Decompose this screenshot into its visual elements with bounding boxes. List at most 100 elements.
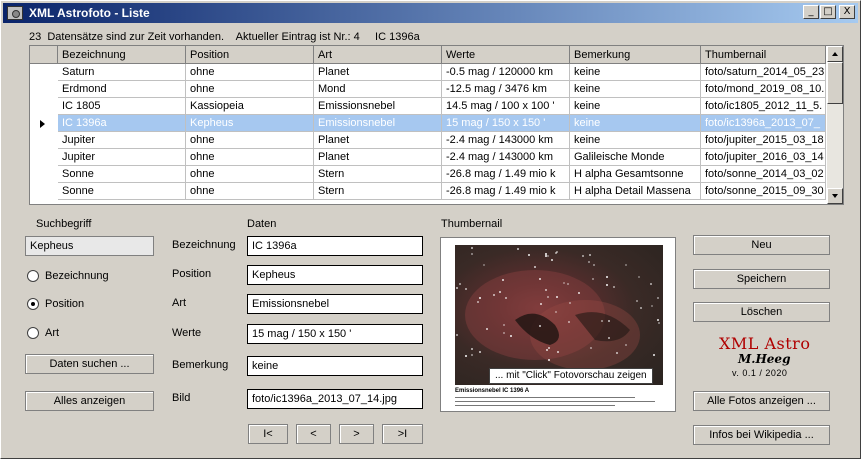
previous-record-button[interactable]: <	[296, 424, 331, 444]
star	[534, 266, 536, 268]
save-button[interactable]: Speichern	[693, 269, 830, 289]
column-header-art[interactable]: Art	[314, 46, 442, 64]
grid-vertical-scrollbar[interactable]	[827, 46, 843, 204]
nebula-photo[interactable]: ... mit "Click" Fotovorschau zeigen	[455, 245, 663, 385]
cell-bemerkung[interactable]: keine	[570, 81, 701, 98]
cell-werte[interactable]: 14.5 mag / 100 x 100 '	[442, 98, 570, 115]
cell-art[interactable]: Planet	[314, 149, 442, 166]
next-record-button[interactable]: >	[339, 424, 374, 444]
table-row[interactable]: Saturn ohne Planet -0.5 mag / 120000 km kein…	[58, 64, 826, 81]
table-row[interactable]: Jupiter ohne Planet -2.4 mag / 143000 km kei…	[58, 132, 826, 149]
cell-bemerkung[interactable]: keine	[570, 132, 701, 149]
column-header-thumbernail[interactable]: Thumbernail	[701, 46, 826, 64]
cell-bemerkung[interactable]: keine	[570, 115, 701, 132]
art-field[interactable]: Emissionsnebel	[247, 294, 423, 314]
table-row[interactable]: IC 1805 Kassiopeia Emissionsnebel 14.5 mag …	[58, 98, 826, 115]
cell-werte[interactable]: -26.8 mag / 1.49 mio k	[442, 183, 570, 200]
cell-bezeichnung[interactable]: IC 1396a	[58, 115, 186, 132]
cell-position[interactable]: ohne	[186, 64, 314, 81]
cell-thumbernail[interactable]: foto/ic1396a_2013_07_	[701, 115, 826, 132]
bezeichnung-field[interactable]: IC 1396a	[247, 236, 423, 256]
search-data-button[interactable]: Daten suchen ...	[25, 354, 154, 374]
new-button[interactable]: Neu	[693, 235, 830, 255]
thumbnail-preview[interactable]: ... mit "Click" Fotovorschau zeigen Emis…	[440, 237, 676, 412]
table-row[interactable]: Sonne ohne Stern -26.8 mag / 1.49 mio kH al…	[58, 183, 826, 200]
position-field[interactable]: Kepheus	[247, 265, 423, 285]
cell-werte[interactable]: -12.5 mag / 3476 km	[442, 81, 570, 98]
cell-bezeichnung[interactable]: Saturn	[58, 64, 186, 81]
bemerkung-field[interactable]: keine	[247, 356, 423, 376]
cell-werte[interactable]: 15 mag / 150 x 150 '	[442, 115, 570, 132]
cell-thumbernail[interactable]: foto/jupiter_2015_03_18	[701, 132, 826, 149]
window-title: XML Astrofoto - Liste	[29, 6, 150, 20]
cell-werte[interactable]: -2.4 mag / 143000 km	[442, 149, 570, 166]
table-row[interactable]: Sonne ohne Stern -26.8 mag / 1.49 mio kH al…	[58, 166, 826, 183]
cell-art[interactable]: Planet	[314, 64, 442, 81]
cell-art[interactable]: Stern	[314, 166, 442, 183]
cell-werte[interactable]: -2.4 mag / 143000 km	[442, 132, 570, 149]
cell-bezeichnung[interactable]: Sonne	[58, 166, 186, 183]
cell-position[interactable]: Kepheus	[186, 115, 314, 132]
cell-thumbernail[interactable]: foto/ic1805_2012_11_5.	[701, 98, 826, 115]
radio-position[interactable]	[27, 298, 39, 310]
first-record-button[interactable]: I<	[248, 424, 288, 444]
cell-position[interactable]: ohne	[186, 183, 314, 200]
cell-bemerkung[interactable]: Galileische Monde	[570, 149, 701, 166]
table-row[interactable]: Jupiter ohne Planet -2.4 mag / 143000 km Gal…	[58, 149, 826, 166]
column-header-werte[interactable]: Werte	[442, 46, 570, 64]
scroll-thumb[interactable]	[827, 62, 843, 104]
show-all-photos-button[interactable]: Alle Fotos anzeigen ...	[693, 391, 830, 411]
cell-bemerkung[interactable]: keine	[570, 64, 701, 81]
table-row[interactable]: Erdmond ohne Mond -12.5 mag / 3476 km keine f…	[58, 81, 826, 98]
show-all-button[interactable]: Alles anzeigen	[25, 391, 154, 411]
cell-bezeichnung[interactable]: Sonne	[58, 183, 186, 200]
werte-field[interactable]: 15 mag / 150 x 150 '	[247, 324, 423, 344]
cell-art[interactable]: Planet	[314, 132, 442, 149]
minimize-button[interactable]: _	[803, 5, 819, 19]
last-record-button[interactable]: >I	[382, 424, 423, 444]
radio-art-label[interactable]: Art	[45, 327, 59, 339]
cell-position[interactable]: ohne	[186, 166, 314, 183]
cell-position[interactable]: ohne	[186, 81, 314, 98]
cell-thumbernail[interactable]: foto/sonne_2015_09_30	[701, 183, 826, 200]
cell-position[interactable]: ohne	[186, 132, 314, 149]
cell-werte[interactable]: -26.8 mag / 1.49 mio k	[442, 166, 570, 183]
radio-bezeichnung[interactable]	[27, 270, 39, 282]
radio-bezeichnung-label[interactable]: Bezeichnung	[45, 270, 109, 282]
title-bar[interactable]: XML Astrofoto - Liste _ □ X	[3, 3, 858, 23]
cell-werte[interactable]: -0.5 mag / 120000 km	[442, 64, 570, 81]
cell-position[interactable]: Kassiopeia	[186, 98, 314, 115]
wikipedia-info-button[interactable]: Infos bei Wikipedia ...	[693, 425, 830, 445]
radio-art[interactable]	[27, 327, 39, 339]
cell-bezeichnung[interactable]: Jupiter	[58, 132, 186, 149]
cell-bezeichnung[interactable]: Jupiter	[58, 149, 186, 166]
column-header-bemerkung[interactable]: Bemerkung	[570, 46, 701, 64]
cell-bemerkung[interactable]: H alpha Detail Massena	[570, 183, 701, 200]
cell-bemerkung[interactable]: keine	[570, 98, 701, 115]
cell-art[interactable]: Mond	[314, 81, 442, 98]
data-grid[interactable]: Bezeichnung Position Art Werte Bemerkung…	[29, 45, 844, 205]
cell-thumbernail[interactable]: foto/jupiter_2016_03_14	[701, 149, 826, 166]
radio-position-label[interactable]: Position	[45, 298, 84, 310]
column-header-bezeichnung[interactable]: Bezeichnung	[58, 46, 186, 64]
table-row[interactable]: IC 1396a Kepheus Emissionsnebel 15 mag / 15…	[58, 115, 826, 132]
cell-position[interactable]: ohne	[186, 149, 314, 166]
scroll-down-button[interactable]	[827, 188, 843, 204]
cell-thumbernail[interactable]: foto/saturn_2014_05_23	[701, 64, 826, 81]
cell-art[interactable]: Stern	[314, 183, 442, 200]
star	[545, 289, 547, 291]
bild-field[interactable]: foto/ic1396a_2013_07_14.jpg	[247, 389, 423, 409]
maximize-button[interactable]: □	[820, 5, 836, 19]
cell-art[interactable]: Emissionsnebel	[314, 98, 442, 115]
close-button[interactable]: X	[839, 5, 855, 19]
column-header-position[interactable]: Position	[186, 46, 314, 64]
cell-bezeichnung[interactable]: IC 1805	[58, 98, 186, 115]
cell-bezeichnung[interactable]: Erdmond	[58, 81, 186, 98]
scroll-up-button[interactable]	[827, 46, 843, 62]
cell-thumbernail[interactable]: foto/sonne_2014_03_02	[701, 166, 826, 183]
cell-art[interactable]: Emissionsnebel	[314, 115, 442, 132]
cell-bemerkung[interactable]: H alpha Gesamtsonne	[570, 166, 701, 183]
cell-thumbernail[interactable]: foto/mond_2019_08_10.	[701, 81, 826, 98]
search-input[interactable]: Kepheus	[25, 236, 154, 256]
delete-button[interactable]: Löschen	[693, 302, 830, 322]
